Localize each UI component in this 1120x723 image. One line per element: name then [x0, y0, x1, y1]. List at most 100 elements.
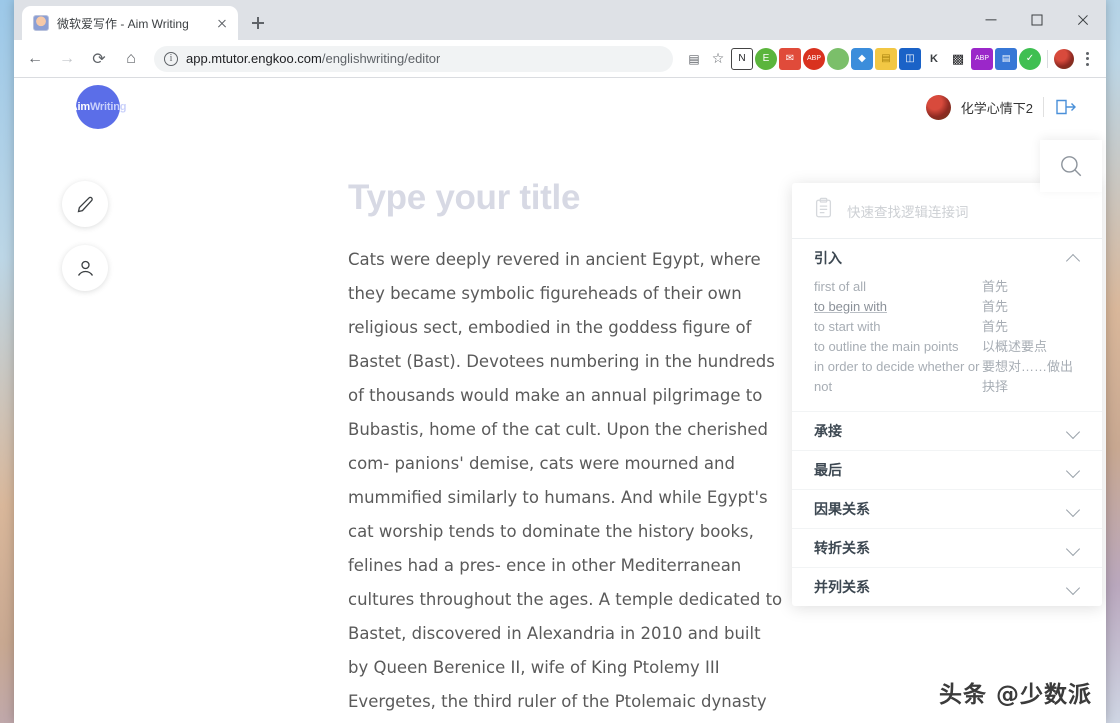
list-item[interactable]: to begin with 首先: [814, 297, 1080, 317]
window-close-button[interactable]: [1060, 0, 1106, 40]
list-item[interactable]: to start with 首先: [814, 317, 1080, 337]
panel-section-introduction: 引入 first of all 首先 to begin with 首先 to s…: [792, 239, 1102, 412]
panel-section-title: 转折关系: [814, 540, 870, 556]
browser-window: 微软爱写作 - Aim Writing ← → ⟳ ⌂ i app.mtutor…: [14, 0, 1106, 723]
panel-section-header[interactable]: 并列关系: [814, 568, 1080, 606]
connectives-panel: 快速查找逻辑连接词 引入 first of all 首先 to begin wi…: [792, 140, 1102, 606]
panel-section-header[interactable]: 因果关系: [814, 490, 1080, 528]
clipboard-icon: [814, 197, 833, 224]
header-divider: [1043, 97, 1044, 117]
qr-code-icon[interactable]: ▩: [947, 48, 969, 70]
document-editor: Type your title Cats were deeply revered…: [332, 178, 802, 723]
app-page: AimWriting 化学心情下2 Type your title Cats w…: [14, 78, 1106, 723]
panel-section-header[interactable]: 转折关系: [814, 529, 1080, 567]
notion-icon[interactable]: N: [731, 47, 753, 70]
evernote-icon[interactable]: E: [755, 47, 777, 70]
panel-section-conclusion: 最后: [792, 451, 1102, 490]
panel-section-contrast: 转折关系: [792, 529, 1102, 568]
panel-section-continuation: 承接: [792, 412, 1102, 451]
url-domain: app.mtutor.engkoo.com: [186, 51, 322, 66]
wechat-check-icon[interactable]: ✓: [1019, 47, 1041, 70]
tab-strip: 微软爱写作 - Aim Writing: [14, 0, 1106, 40]
list-item[interactable]: first of all 首先: [814, 277, 1080, 297]
connective-en: to start with: [814, 319, 881, 334]
browser-tab[interactable]: 微软爱写作 - Aim Writing: [22, 6, 238, 40]
panel-section-title: 承接: [814, 423, 842, 439]
logo-text-writing: Writing: [89, 101, 127, 113]
logo-text: AimWriting: [69, 101, 127, 113]
url-path: /englishwriting/editor: [321, 51, 441, 66]
panel-section-header[interactable]: 最后: [814, 451, 1080, 489]
browser-toolbar: ← → ⟳ ⌂ i app.mtutor.engkoo.com/englishw…: [14, 40, 1106, 78]
list-item[interactable]: to outline the main points 以概述要点: [814, 337, 1080, 357]
panel-search-toggle[interactable]: [1040, 140, 1102, 192]
connective-cn: 首先: [982, 299, 1009, 314]
panel-section-title: 因果关系: [814, 501, 870, 517]
connective-cn: 以概述要点: [982, 339, 1048, 354]
home-button[interactable]: ⌂: [116, 44, 146, 74]
search-icon: [1061, 156, 1082, 177]
left-rail: [62, 181, 108, 291]
forward-button[interactable]: →: [52, 44, 82, 74]
tab-close-icon[interactable]: [214, 15, 230, 31]
connective-en: to outline the main points: [814, 339, 959, 354]
profile-avatar[interactable]: [1054, 48, 1074, 69]
tab-title: 微软爱写作 - Aim Writing: [57, 16, 189, 31]
adblock-plus-icon[interactable]: ABP: [803, 47, 825, 70]
panel-section-body: first of all 首先 to begin with 首先 to star…: [814, 277, 1080, 411]
aimwriting-logo[interactable]: AimWriting: [70, 85, 126, 129]
document-body-text[interactable]: Cats were deeply revered in ancient Egyp…: [332, 243, 802, 723]
panel-section-title: 最后: [814, 462, 842, 478]
trello-icon[interactable]: ◫: [899, 47, 921, 70]
reload-button[interactable]: ⟳: [84, 44, 114, 74]
watermark: 头条 @少数派: [938, 682, 1092, 708]
edit-pencil-icon[interactable]: [62, 181, 108, 227]
connective-en: first of all: [814, 279, 867, 294]
connective-en: in order to decide whether or not: [814, 359, 980, 394]
chevron-down-icon[interactable]: [1066, 580, 1080, 594]
list-item[interactable]: in order to decide whether or not 要想对……做…: [814, 357, 1080, 397]
new-tab-button[interactable]: [244, 9, 272, 37]
mail-icon[interactable]: ✉: [779, 47, 801, 70]
connective-cn: 首先: [982, 319, 1009, 334]
chevron-down-icon[interactable]: [1066, 463, 1080, 477]
connectives-search-input[interactable]: 快速查找逻辑连接词: [847, 201, 969, 221]
panel-section-header[interactable]: 引入: [814, 239, 1080, 277]
diamond-icon[interactable]: ◆: [851, 47, 873, 70]
logout-icon[interactable]: [1054, 98, 1078, 116]
keyboard-icon[interactable]: ▤: [875, 47, 897, 70]
connective-en: to begin with: [814, 299, 887, 314]
user-profile-icon[interactable]: [62, 245, 108, 291]
chevron-down-icon[interactable]: [1066, 502, 1080, 516]
logo-text-aim: Aim: [69, 101, 90, 113]
panel-section-title: 并列关系: [814, 579, 870, 595]
purple-app-icon[interactable]: ABP: [971, 47, 993, 70]
chevron-down-icon[interactable]: [1066, 541, 1080, 555]
window-controls: [968, 0, 1106, 40]
address-bar[interactable]: i app.mtutor.engkoo.com/englishwriting/e…: [154, 45, 673, 72]
kami-icon[interactable]: K: [923, 48, 945, 70]
panel-section-parallel: 并列关系: [792, 568, 1102, 606]
window-minimize-button[interactable]: [968, 0, 1014, 40]
back-button[interactable]: ←: [20, 44, 50, 74]
connective-cn: 首先: [982, 279, 1009, 294]
tab-favicon: [33, 15, 49, 31]
site-info-icon[interactable]: i: [164, 51, 178, 66]
translate-icon[interactable]: ▤: [683, 48, 705, 70]
username-label: 化学心情下2: [960, 100, 1033, 116]
app-header: AimWriting 化学心情下2: [14, 78, 1106, 136]
green-circle-icon[interactable]: [827, 47, 849, 70]
blue-doc-icon[interactable]: ▤: [995, 47, 1017, 70]
panel-section-title: 引入: [814, 250, 842, 266]
bookmark-star-icon[interactable]: ☆: [707, 48, 729, 70]
toolbar-divider: [1047, 49, 1048, 68]
window-maximize-button[interactable]: [1014, 0, 1060, 40]
panel-section-causal: 因果关系: [792, 490, 1102, 529]
chevron-down-icon[interactable]: [1066, 424, 1080, 438]
panel-section-header[interactable]: 承接: [814, 412, 1080, 450]
document-title-input[interactable]: Type your title: [332, 178, 802, 218]
chevron-up-icon[interactable]: [1066, 251, 1080, 265]
user-avatar[interactable]: [925, 94, 951, 120]
kebab-menu-icon[interactable]: [1076, 48, 1098, 70]
address-bar-url: app.mtutor.engkoo.com/englishwriting/edi…: [186, 51, 440, 66]
